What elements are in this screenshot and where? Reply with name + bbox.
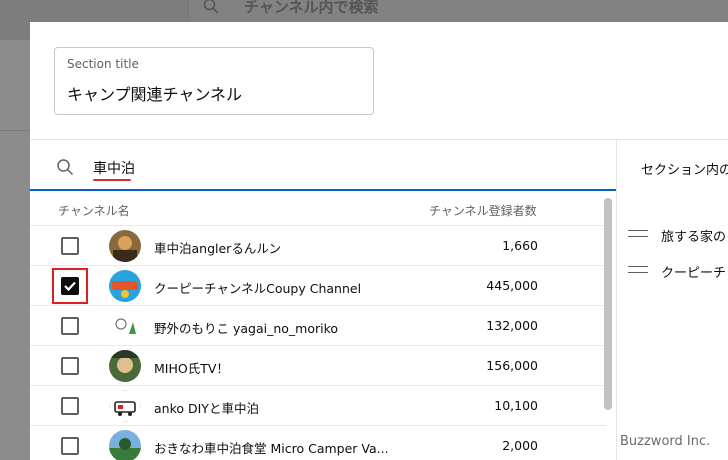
channel-avatar bbox=[109, 390, 141, 422]
channel-row[interactable]: おきなわ車中泊食堂 Micro Camper Va... 2,000 bbox=[30, 425, 606, 460]
channel-checkbox[interactable] bbox=[61, 437, 79, 455]
channel-name: 車中泊anglerるんルン bbox=[154, 241, 282, 256]
channel-avatar bbox=[109, 310, 141, 342]
channel-subscribers: 1,660 bbox=[502, 238, 538, 253]
background-divider bbox=[0, 130, 30, 131]
channel-row[interactable]: クーピーチャンネルCoupy Channel 445,000 bbox=[30, 265, 606, 305]
search-icon bbox=[203, 0, 219, 14]
channel-search-bar[interactable]: 車中泊 bbox=[30, 140, 616, 191]
spellcheck-underline bbox=[93, 179, 131, 181]
channel-checkbox[interactable] bbox=[61, 357, 79, 375]
channel-avatar bbox=[109, 350, 141, 382]
channel-checkbox[interactable] bbox=[61, 237, 79, 255]
channel-subscribers: 10,100 bbox=[494, 398, 538, 413]
channel-avatar bbox=[109, 270, 141, 302]
selected-channel-label: 旅する家の bbox=[661, 230, 727, 245]
channel-name: おきなわ車中泊食堂 Micro Camper Va... bbox=[154, 441, 389, 456]
checkmark-icon bbox=[64, 281, 76, 292]
channel-subscribers: 445,000 bbox=[486, 278, 538, 293]
channel-name: anko DIYと車中泊 bbox=[154, 401, 259, 416]
channel-avatar bbox=[109, 430, 141, 460]
drag-handle-icon[interactable] bbox=[628, 266, 648, 273]
selected-channel-item[interactable]: クーピーチ bbox=[628, 262, 728, 281]
search-icon bbox=[56, 158, 74, 176]
channel-subscribers: 2,000 bbox=[502, 438, 538, 453]
drag-handle-icon[interactable] bbox=[628, 230, 648, 237]
search-focus-underline bbox=[30, 189, 616, 191]
channel-name: 野外のもりこ yagai_no_moriko bbox=[154, 321, 339, 336]
channel-name: クーピーチャンネルCoupy Channel bbox=[154, 281, 362, 296]
section-title-field[interactable]: Section title キャンプ関連チャンネル bbox=[54, 47, 374, 115]
channel-row[interactable]: 車中泊anglerるんルン 1,660 bbox=[30, 225, 606, 265]
channel-row[interactable]: MIHO氏TV！ 156,000 bbox=[30, 345, 606, 385]
channel-list-scrollbar[interactable] bbox=[604, 198, 612, 410]
channel-avatar bbox=[109, 230, 141, 262]
column-header-channel-name: チャンネル名 bbox=[58, 204, 130, 218]
background-sidebar bbox=[0, 40, 30, 460]
channel-subscribers: 132,000 bbox=[486, 318, 538, 333]
channel-name: MIHO氏TV！ bbox=[154, 361, 229, 376]
watermark: Buzzword Inc. bbox=[620, 434, 711, 449]
channel-search-input[interactable]: 車中泊 bbox=[93, 158, 135, 178]
selected-channel-label: クーピーチ bbox=[661, 266, 727, 281]
section-title-input[interactable]: キャンプ関連チャンネル bbox=[67, 81, 242, 105]
channel-checkbox[interactable] bbox=[61, 397, 79, 415]
section-channels-tab[interactable]: セクション内の bbox=[641, 159, 728, 178]
section-title-label: Section title bbox=[67, 57, 139, 71]
channel-checkbox[interactable] bbox=[61, 277, 79, 295]
channel-row[interactable]: anko DIYと車中泊 10,100 bbox=[30, 385, 606, 425]
background-search-placeholder: チャンネル内で検索 bbox=[244, 0, 379, 16]
column-header-subscribers: チャンネル登録者数 bbox=[429, 204, 537, 218]
panel-divider bbox=[616, 139, 617, 460]
edit-section-dialog: Section title キャンプ関連チャンネル 車中泊 セクション内の 旅す… bbox=[30, 22, 728, 460]
selected-channel-item[interactable]: 旅する家の bbox=[628, 226, 728, 245]
channel-subscribers: 156,000 bbox=[486, 358, 538, 373]
channel-row[interactable]: 野外のもりこ yagai_no_moriko 132,000 bbox=[30, 305, 606, 345]
channel-checkbox[interactable] bbox=[61, 317, 79, 335]
